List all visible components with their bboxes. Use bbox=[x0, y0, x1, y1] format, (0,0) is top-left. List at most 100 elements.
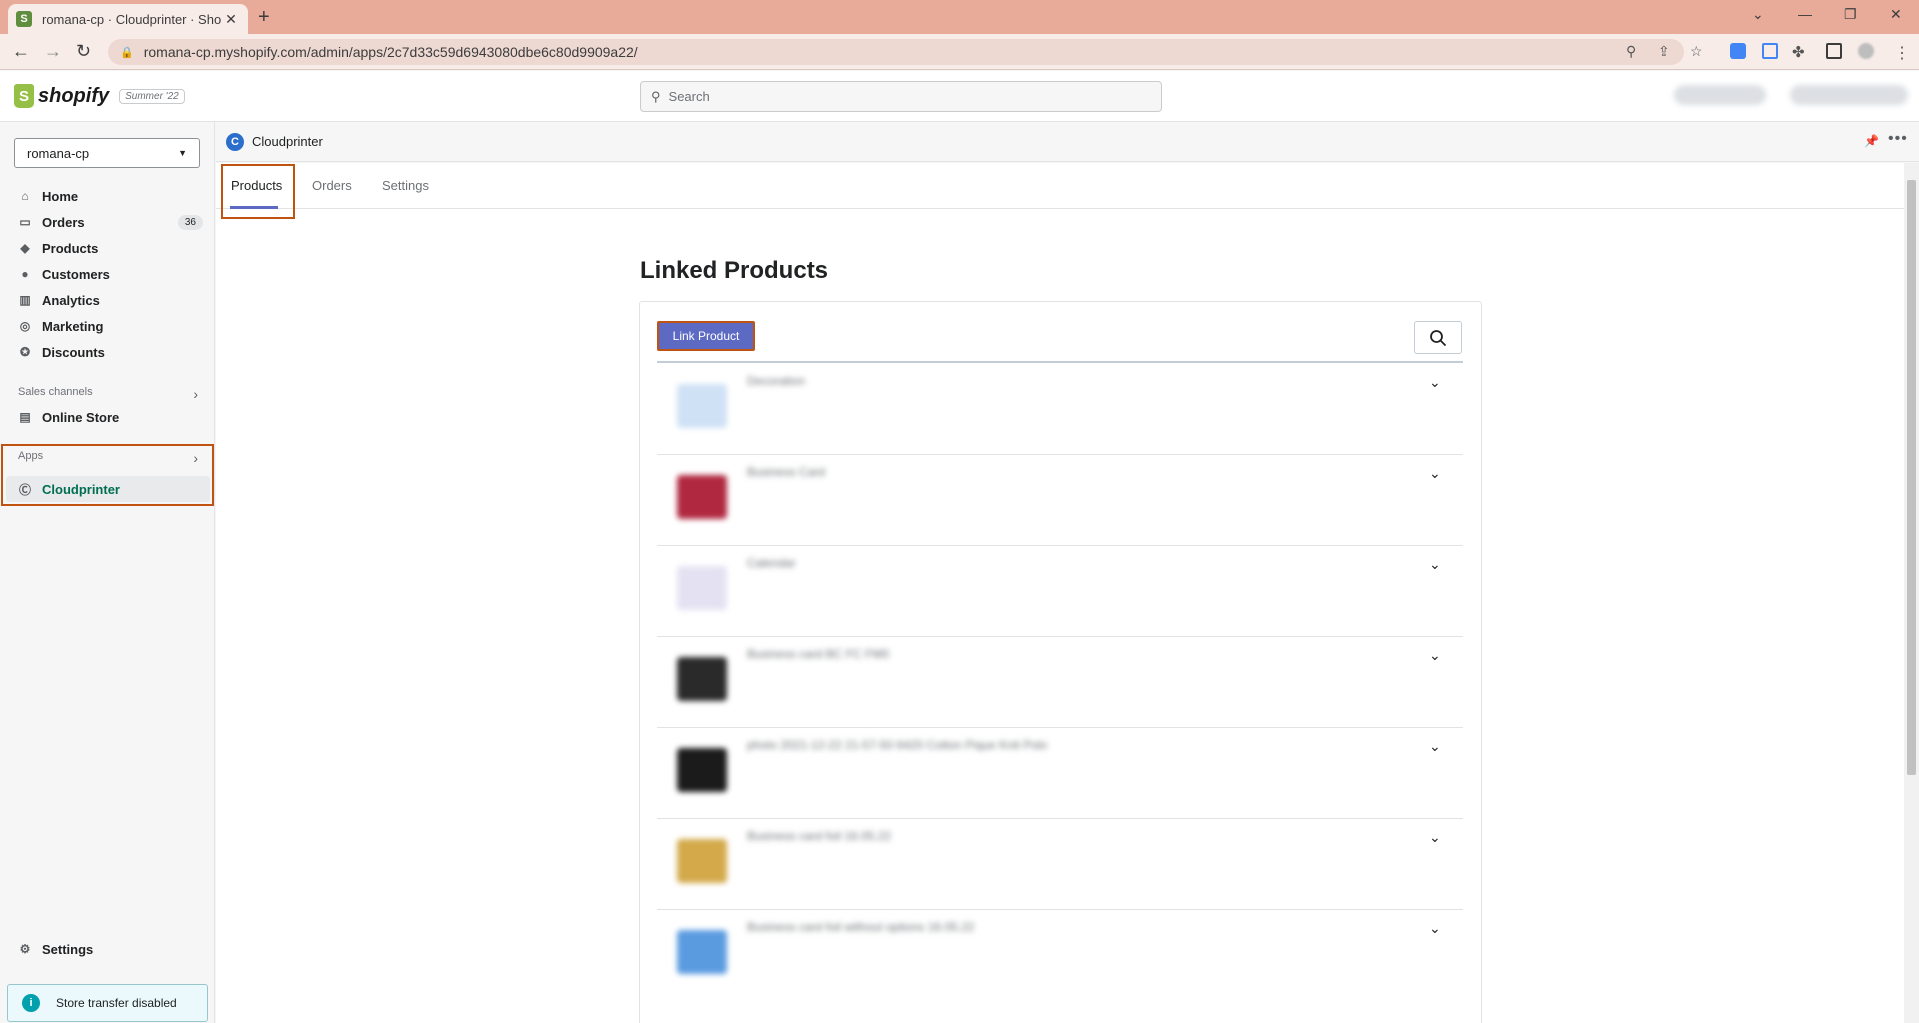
product-row[interactable]: Business card foil 16.05.22 ⌄ bbox=[657, 819, 1463, 910]
product-name: photo 2021-12-22 21-57-50 6420 Cotton Pi… bbox=[747, 738, 1048, 752]
pin-icon[interactable]: 📌 bbox=[1864, 134, 1879, 148]
restore-icon[interactable]: ❐ bbox=[1844, 6, 1857, 23]
product-row[interactable]: Decoration ⌄ bbox=[657, 364, 1463, 455]
more-actions-icon[interactable]: ••• bbox=[1888, 130, 1908, 148]
chevron-down-icon[interactable]: ⌄ bbox=[1429, 920, 1441, 937]
product-name: Business Card bbox=[747, 465, 826, 479]
close-window-icon[interactable]: ✕ bbox=[1890, 6, 1902, 23]
sidebar-item-label: Marketing bbox=[42, 318, 104, 334]
sidebar-item-customers[interactable]: ● Customers bbox=[18, 263, 203, 285]
bookmark-star-icon[interactable]: ☆ bbox=[1690, 43, 1703, 60]
page-title: Linked Products bbox=[640, 257, 829, 284]
sidebar-item-label: Orders bbox=[42, 214, 85, 230]
extensions-puzzle-icon[interactable]: ✤ bbox=[1792, 43, 1805, 61]
chevron-down-icon[interactable]: ⌄ bbox=[1429, 556, 1441, 573]
profile-avatar-icon[interactable] bbox=[1858, 43, 1874, 59]
shopify-logo[interactable]: S shopify Summer '22 bbox=[14, 84, 185, 108]
chevron-down-icon[interactable]: ⌄ bbox=[1429, 738, 1441, 755]
tab-orders[interactable]: Orders bbox=[312, 178, 352, 193]
person-icon: ● bbox=[21, 267, 29, 281]
app-name: Cloudprinter bbox=[252, 134, 323, 149]
product-thumbnail bbox=[677, 748, 727, 792]
shopify-favicon-icon: S bbox=[16, 11, 32, 27]
scrollbar-thumb[interactable] bbox=[1907, 180, 1916, 775]
chevron-down-icon[interactable]: ⌄ bbox=[1429, 647, 1441, 664]
chevron-down-icon[interactable]: ⌄ bbox=[1429, 374, 1441, 391]
user-menu-button[interactable] bbox=[1790, 85, 1908, 105]
store-transfer-label: Store transfer disabled bbox=[56, 996, 177, 1010]
tab-products[interactable]: Products bbox=[231, 178, 282, 193]
share-icon[interactable]: ⇪ bbox=[1658, 43, 1670, 60]
active-tab-indicator bbox=[230, 206, 278, 209]
chevron-down-icon[interactable]: ⌄ bbox=[1429, 829, 1441, 846]
shopify-wordmark: shopify bbox=[38, 84, 110, 107]
side-panel-icon[interactable] bbox=[1826, 43, 1842, 59]
product-row[interactable]: Calendar ⌄ bbox=[657, 546, 1463, 637]
chevron-right-icon[interactable]: › bbox=[193, 450, 198, 466]
reload-icon[interactable]: ↻ bbox=[76, 41, 91, 62]
lock-icon[interactable]: 🔒 bbox=[120, 46, 134, 59]
close-tab-icon[interactable]: ✕ bbox=[222, 11, 240, 28]
product-row[interactable]: Business card BC FC FM0 ⌄ bbox=[657, 637, 1463, 728]
shopify-bag-icon: S bbox=[14, 84, 34, 108]
chevron-right-icon[interactable]: › bbox=[193, 386, 198, 402]
target-icon: ◎ bbox=[19, 319, 31, 333]
tab-search-icon[interactable]: ⌄ bbox=[1752, 6, 1764, 23]
forward-icon[interactable]: → bbox=[44, 41, 62, 62]
apps-label: Apps bbox=[18, 450, 44, 462]
sidebar-item-label: Cloudprinter bbox=[42, 481, 120, 497]
sidebar-item-discounts[interactable]: ✪ Discounts bbox=[18, 341, 203, 363]
sales-channels-section[interactable]: Sales channels › bbox=[18, 386, 198, 402]
sidebar-item-orders[interactable]: ▭ Orders 36 bbox=[18, 211, 203, 233]
browser-tab[interactable]: S romana-cp · Cloudprinter · Shopi ✕ bbox=[8, 4, 248, 34]
card-divider bbox=[657, 361, 1463, 363]
zoom-icon[interactable]: ⚲ bbox=[1626, 43, 1636, 60]
product-name: Calendar bbox=[747, 556, 796, 570]
product-row[interactable]: Business Card ⌄ bbox=[657, 455, 1463, 546]
back-icon[interactable]: ← bbox=[12, 41, 30, 62]
linked-products-card: Link Product Decoration ⌄ Business Card … bbox=[639, 301, 1482, 1023]
search-placeholder: Search bbox=[668, 89, 710, 104]
product-thumbnail bbox=[677, 384, 727, 428]
sidebar-item-home[interactable]: ⌂ Home bbox=[18, 185, 203, 207]
setup-guide-button[interactable] bbox=[1674, 85, 1766, 105]
product-name: Business card BC FC FM0 bbox=[747, 647, 890, 661]
browser-tab-title: romana-cp · Cloudprinter · Shopi bbox=[42, 11, 222, 27]
product-search-button[interactable] bbox=[1414, 321, 1462, 354]
sidebar-item-label: Online Store bbox=[42, 409, 120, 425]
cloudprinter-logo-icon: C bbox=[226, 132, 244, 151]
tag-icon: ◆ bbox=[20, 241, 30, 255]
minimize-icon[interactable]: — bbox=[1798, 6, 1812, 22]
edition-badge: Summer '22 bbox=[119, 88, 185, 104]
sidebar-item-marketing[interactable]: ◎ Marketing bbox=[18, 315, 203, 337]
product-name: Business card foil 16.05.22 bbox=[747, 829, 892, 843]
tab-settings[interactable]: Settings bbox=[382, 178, 429, 193]
sidebar-item-analytics[interactable]: ▥ Analytics bbox=[18, 289, 203, 311]
new-tab-button[interactable]: + bbox=[258, 6, 270, 29]
product-row[interactable]: Business card foil without options 16.05… bbox=[657, 910, 1463, 1001]
sidebar-item-label: Products bbox=[42, 240, 99, 256]
extension-translate-icon[interactable] bbox=[1762, 43, 1778, 59]
orders-icon: ▭ bbox=[19, 215, 31, 229]
sidebar-item-online-store[interactable]: ▤ Online Store bbox=[18, 406, 203, 428]
search-icon: ⚲ bbox=[651, 88, 661, 104]
search-input[interactable]: ⚲ Search bbox=[640, 81, 1162, 112]
link-product-button[interactable]: Link Product bbox=[657, 321, 755, 351]
sales-channels-label: Sales channels bbox=[18, 386, 93, 398]
apps-section[interactable]: Apps › bbox=[18, 450, 198, 466]
extension-blue-icon[interactable] bbox=[1730, 43, 1746, 59]
browser-toolbar: ← → ↻ 🔒 romana-cp.myshopify.com/admin/ap… bbox=[0, 34, 1919, 70]
address-bar[interactable]: 🔒 romana-cp.myshopify.com/admin/apps/2c7… bbox=[108, 39, 1684, 65]
product-row[interactable]: photo 2021-12-22 21-57-50 6420 Cotton Pi… bbox=[657, 728, 1463, 819]
product-thumbnail bbox=[677, 475, 727, 519]
sidebar-item-cloudprinter[interactable]: Ⓒ Cloudprinter bbox=[18, 478, 203, 500]
app-content: Products Orders Settings Linked Products… bbox=[216, 163, 1904, 1023]
store-transfer-banner[interactable]: i Store transfer disabled bbox=[7, 984, 208, 1022]
store-selector[interactable]: romana-cp ▼ bbox=[14, 138, 200, 168]
browser-menu-icon[interactable]: ⋮ bbox=[1894, 43, 1910, 63]
chevron-down-icon[interactable]: ⌄ bbox=[1429, 465, 1441, 482]
sidebar-item-products[interactable]: ◆ Products bbox=[18, 237, 203, 259]
search-icon bbox=[1430, 329, 1446, 346]
bar-chart-icon: ▥ bbox=[19, 293, 31, 307]
sidebar-item-settings[interactable]: ⚙ Settings bbox=[18, 938, 203, 960]
